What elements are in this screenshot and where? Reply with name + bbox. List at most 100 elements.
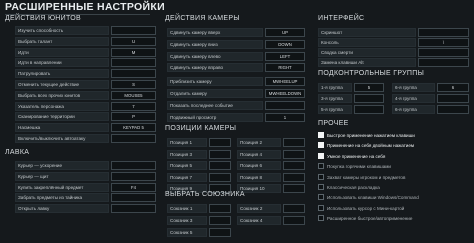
camera-action-0-row: Сдвинуть камеру вверх UP [167, 28, 307, 37]
unit-action-4-key-binding[interactable] [111, 69, 156, 79]
ally-5-key-binding[interactable] [209, 228, 231, 237]
control-group-left-1-row: 3-я группа [318, 94, 386, 103]
misc-option-0[interactable]: Быстрое применение нажатием клавиши [318, 131, 471, 140]
control-group-right-1-label: 4-я группа [395, 96, 417, 101]
camera-action-5-label: Отдалить камеру [170, 91, 207, 96]
misc-option-2[interactable]: Умное применение на себя [318, 152, 471, 161]
page-title: РАСШИРЕННЫЕ НАСТРОЙКИ [5, 1, 165, 13]
camera-action-6-label: Показать последнее событие [170, 103, 233, 108]
camera-position-3-key-binding[interactable] [209, 149, 231, 159]
ally-3-key-binding[interactable] [209, 216, 231, 225]
camera-action-3-key-binding[interactable]: RIGHT [265, 63, 305, 72]
misc-option-3-checkbox[interactable] [318, 163, 324, 170]
misc-option-7[interactable]: Использовать курсор с Мини-картой [318, 204, 471, 213]
unit-action-8-row: Сканирование территории P [15, 112, 156, 122]
control-group-right-2-key-binding[interactable] [437, 105, 469, 114]
misc-option-6[interactable]: Использовать клавиши Windows/Command [318, 193, 471, 202]
misc-option-0-label: Быстрое применение нажатием клавиши [327, 133, 415, 138]
misc-option-4[interactable]: Захват камеры игроком и предметов [318, 173, 471, 182]
shop-2-key-binding[interactable]: F4 [111, 182, 156, 192]
control-group-left-0-row: 1-я группа 5 [318, 83, 386, 92]
camera-actions-title: ДЕЙСТВИЯ КАМЕРЫ [165, 15, 240, 22]
camera-action-5-key-binding[interactable]: MWHEELDOWN [265, 89, 305, 98]
control-group-right-0-key-binding[interactable]: 6 [437, 83, 469, 92]
unit-action-5-key-binding[interactable]: S [111, 80, 156, 89]
unit-action-6-label: Выбрать всех прочих юнитов [18, 92, 81, 98]
shop-1-label: Курьер — щит [18, 173, 49, 179]
control-group-left-2-key-binding[interactable] [354, 105, 384, 114]
camera-action-6-key-binding[interactable] [265, 101, 305, 110]
misc-option-5[interactable]: Классическая раскладка [318, 183, 471, 192]
ally-4-key-binding[interactable] [283, 216, 305, 225]
camera-position-5-row: Позиция 5 [167, 161, 233, 170]
misc-option-8[interactable]: Расширенное быстрое/автоприменение [318, 214, 471, 223]
ally-3-row: Союзник 3 [167, 216, 233, 225]
misc-option-4-checkbox[interactable] [318, 173, 324, 180]
camera-action-5-row: Отдалить камеру MWHEELDOWN [167, 89, 307, 98]
control-group-left-1-label: 3-я группа [321, 96, 343, 101]
camera-position-8-label: Позиция 8 [240, 174, 262, 180]
misc-option-2-checkbox[interactable] [318, 152, 324, 159]
ally-2-key-binding[interactable] [283, 204, 305, 213]
unit-action-3-key-binding[interactable] [111, 58, 156, 68]
misc-title: ПРОЧЕЕ [318, 120, 349, 127]
camera-action-7-key-binding[interactable]: 1 [265, 113, 305, 122]
unit-action-6-row: Выбрать всех прочих юнитов MOUSE5 [15, 90, 156, 100]
misc-option-1-checkbox[interactable] [318, 142, 324, 149]
unit-action-8-key-binding[interactable]: P [111, 112, 156, 122]
control-group-left-2-label: 5-я группа [321, 107, 343, 112]
camera-position-10-key-binding[interactable] [283, 184, 305, 193]
camera-position-4-label: Позиция 4 [240, 151, 262, 157]
misc-option-7-checkbox[interactable] [318, 204, 324, 211]
shop-0-key-binding[interactable] [111, 161, 156, 170]
misc-option-3[interactable]: Покупка горячими клавишами [318, 162, 471, 171]
shop-0-row: Курьер — ускорение [15, 161, 156, 170]
camera-position-2-key-binding[interactable] [283, 138, 305, 147]
camera-action-4-row: Приблизить камеру MWHEELUP [167, 77, 307, 86]
camera-action-0-key-binding[interactable]: UP [265, 28, 305, 37]
camera-action-4-label: Приблизить камеру [170, 79, 212, 84]
unit-action-7-key-binding[interactable]: 7 [111, 101, 156, 111]
unit-action-9-key-binding[interactable]: KEYPAD 5 [111, 123, 156, 133]
interface-3-key-binding[interactable] [418, 58, 469, 67]
misc-option-8-checkbox[interactable] [318, 215, 324, 222]
camera-position-5-key-binding[interactable] [209, 161, 231, 170]
camera-action-1-key-binding[interactable]: DOWN [265, 40, 305, 49]
interface-1-key-binding[interactable]: \ [418, 38, 469, 47]
camera-position-1-key-binding[interactable] [209, 138, 231, 147]
shop-4-label: Открыть лавку [18, 206, 50, 212]
camera-position-4-key-binding[interactable] [283, 149, 305, 159]
control-group-right-0-label: 6-я группа [395, 85, 417, 90]
shop-4-key-binding[interactable] [111, 204, 156, 214]
unit-action-0-key-binding[interactable] [111, 26, 156, 35]
unit-action-10-key-binding[interactable] [111, 134, 156, 143]
unit-action-4-label: Патрулировать [18, 71, 51, 77]
interface-0-key-binding[interactable] [418, 28, 469, 37]
unit-action-1-key-binding[interactable]: U [111, 36, 156, 46]
misc-option-3-label: Покупка горячими клавишами [327, 164, 391, 170]
shop-3-key-binding[interactable] [111, 193, 156, 203]
camera-position-8-key-binding[interactable] [283, 172, 305, 182]
camera-action-2-key-binding[interactable]: LEFT [265, 52, 305, 61]
control-group-left-0-label: 1-я группа [321, 85, 343, 90]
control-group-left-0-key-binding[interactable]: 5 [354, 83, 384, 92]
misc-option-6-checkbox[interactable] [318, 194, 324, 201]
unit-action-0-label: Изучить способность [18, 28, 64, 33]
camera-action-4-key-binding[interactable]: MWHEELUP [265, 77, 305, 86]
camera-position-8-row: Позиция 8 [237, 172, 307, 182]
unit-action-2-key-binding[interactable]: M [111, 47, 156, 57]
control-group-left-1-key-binding[interactable] [354, 94, 384, 103]
misc-option-0-checkbox[interactable] [318, 132, 324, 138]
camera-position-6-key-binding[interactable] [283, 161, 305, 170]
control-group-right-1-key-binding[interactable] [437, 94, 469, 103]
interface-2-key-binding[interactable] [418, 48, 469, 57]
camera-position-7-key-binding[interactable] [209, 172, 231, 182]
unit-action-6-key-binding[interactable]: MOUSE5 [111, 90, 156, 100]
shop-1-key-binding[interactable] [111, 171, 156, 181]
misc-option-1[interactable]: Применение на себя двойным нажатием [318, 141, 471, 150]
control-group-right-2-label: 6-я группа [395, 107, 417, 112]
misc-option-5-checkbox[interactable] [318, 184, 324, 190]
camera-action-1-row: Сдвинуть камеру вниз DOWN [167, 40, 307, 49]
unit-action-3-label: Идти в направлении [18, 60, 62, 66]
ally-1-key-binding[interactable] [209, 204, 231, 213]
